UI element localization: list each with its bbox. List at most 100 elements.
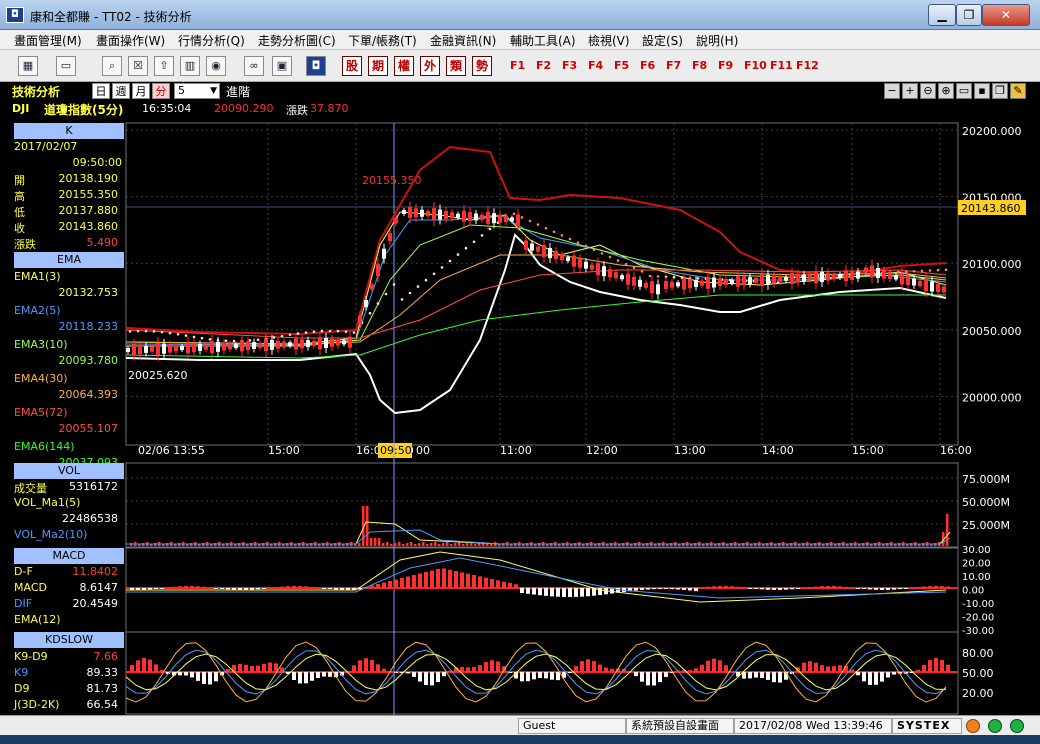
period-tab-0[interactable]: 日 — [92, 83, 110, 99]
fkey-f5[interactable]: F5 — [614, 59, 629, 72]
sar-dot — [432, 272, 436, 276]
quick-button-2[interactable]: 權 — [394, 56, 414, 76]
app-icon[interactable]: ◘ — [6, 7, 24, 23]
period-tab-2[interactable]: 月 — [132, 83, 150, 99]
zoom-in-icon[interactable]: ⊕ — [938, 83, 954, 99]
sar-dot — [280, 334, 284, 338]
fkey-f9[interactable]: F9 — [718, 59, 733, 72]
vol-bar — [382, 543, 385, 546]
monitor-icon[interactable]: ▭ — [56, 56, 76, 76]
menu-item-8[interactable]: 設定(S) — [642, 32, 683, 49]
search-icon[interactable]: ⌕ — [102, 56, 122, 76]
macd-bar — [322, 588, 326, 589]
time-tick: 13:00 — [674, 444, 706, 457]
candle-body — [688, 279, 692, 289]
chart-box-icon[interactable]: ▥ — [180, 56, 200, 76]
quick-button-3[interactable]: 外 — [420, 56, 440, 76]
sar-dot — [568, 237, 572, 241]
mode-label[interactable]: 進階 — [226, 83, 250, 100]
quick-button-1[interactable]: 期 — [368, 56, 388, 76]
export-icon[interactable]: ⇧ — [154, 56, 174, 76]
link-icon[interactable]: ∞ — [244, 56, 264, 76]
fkey-f2[interactable]: F2 — [536, 59, 551, 72]
sar-dot — [672, 275, 676, 279]
kd-bar — [580, 661, 584, 672]
candle-body — [276, 340, 280, 349]
period-tab-1[interactable]: 週 — [112, 83, 130, 99]
close-button[interactable]: ✕ — [982, 4, 1030, 26]
fkey-f4[interactable]: F4 — [588, 59, 603, 72]
macd-bar — [910, 587, 914, 589]
menu-item-6[interactable]: 輔助工具(A) — [510, 32, 576, 49]
save-icon[interactable]: ▪ — [974, 83, 990, 99]
candle-body — [856, 271, 860, 279]
minimize-button[interactable]: ▁ — [928, 4, 956, 26]
sar-dot — [576, 241, 580, 244]
candle-body — [234, 344, 238, 349]
menu-item-9[interactable]: 說明(H) — [696, 32, 738, 49]
period-tab-3[interactable]: 分 — [152, 83, 170, 99]
macd-bar — [886, 588, 890, 590]
comment-icon[interactable]: ▭ — [956, 83, 972, 99]
layout-icon[interactable]: ▦ — [18, 56, 38, 76]
plus-icon[interactable]: + — [902, 83, 918, 99]
quick-button-4[interactable]: 類 — [446, 56, 466, 76]
fkey-f6[interactable]: F6 — [640, 59, 655, 72]
fkey-f12[interactable]: F12 — [796, 59, 819, 72]
menu-item-5[interactable]: 金融資訊(N) — [430, 32, 496, 49]
vol-value: 22486538 — [62, 512, 118, 525]
fkey-f8[interactable]: F8 — [692, 59, 707, 72]
interval-select[interactable]: 5 ▼ — [174, 83, 220, 99]
fkey-f10[interactable]: F10 — [744, 59, 767, 72]
quick-button-0[interactable]: 股 — [342, 56, 362, 76]
zoom-out-icon[interactable]: ⊖ — [920, 83, 936, 99]
kd-bar — [820, 665, 824, 672]
minus-icon[interactable]: − — [884, 83, 900, 99]
technical-chart[interactable]: 20200.00020150.00020100.00020050.0002000… — [0, 120, 1040, 715]
macd-bar — [436, 569, 440, 588]
candle-body — [342, 340, 346, 345]
ema-label: EMA3(10) — [14, 338, 68, 351]
fkey-f7[interactable]: F7 — [666, 59, 681, 72]
kd-bar — [244, 664, 248, 672]
fkey-f1[interactable]: F1 — [510, 59, 525, 72]
power-icon[interactable] — [1010, 719, 1024, 733]
quick-button-5[interactable]: 勢 — [472, 56, 492, 76]
macd-bar — [286, 586, 290, 588]
macd-bar — [862, 588, 866, 589]
ohlc-label: 收 — [14, 222, 25, 235]
chart-area[interactable]: 20200.000 20150.000 20100.000 20050.000 2000… — [0, 120, 1040, 715]
fkey-f3[interactable]: F3 — [562, 59, 577, 72]
menu-item-7[interactable]: 檢視(V) — [588, 32, 630, 49]
sar-dot — [456, 253, 460, 256]
macd-bar — [700, 587, 704, 589]
maximize-button[interactable]: ❐ — [956, 4, 982, 26]
fkey-f11[interactable]: F11 — [770, 59, 793, 72]
menu-item-1[interactable]: 畫面操作(W) — [96, 32, 165, 49]
status-datetime: 2017/02/08 Wed 13:39:46 — [734, 718, 892, 734]
macd-bar — [388, 581, 392, 588]
time-tick: 15:00 — [852, 444, 884, 457]
kd-bar — [478, 665, 482, 672]
menu-item-2[interactable]: 行情分析(Q) — [178, 32, 245, 49]
menu-item-4[interactable]: 下單/帳務(T) — [348, 32, 417, 49]
menu-item-3[interactable]: 走勢分析圖(C) — [258, 32, 336, 49]
kd-bar — [382, 668, 386, 672]
close-box-icon[interactable]: ☒ — [128, 56, 148, 76]
candle-body — [198, 343, 202, 351]
menu-item-0[interactable]: 畫面管理(M) — [14, 32, 82, 49]
kd-bar — [154, 664, 158, 672]
chart-header: 技術分析 日週月分 5 ▼ 進階 − + ⊖ ⊕ ▭ ▪ ❐ ✎ — [0, 82, 1040, 100]
macd-bar — [802, 587, 806, 589]
kd-bar — [418, 672, 422, 682]
settings-icon[interactable]: ✎ — [1010, 83, 1026, 99]
vol-bar — [466, 543, 469, 546]
kd-label: K9 — [14, 666, 29, 679]
restore-icon[interactable]: ❐ — [992, 83, 1008, 99]
kd-bar — [412, 672, 416, 677]
macd-bar — [508, 582, 512, 588]
globe-icon[interactable]: ◉ — [206, 56, 226, 76]
window-icon[interactable]: ▣ — [272, 56, 292, 76]
logo-icon[interactable]: ◘ — [306, 56, 326, 76]
candle-body — [590, 264, 594, 270]
